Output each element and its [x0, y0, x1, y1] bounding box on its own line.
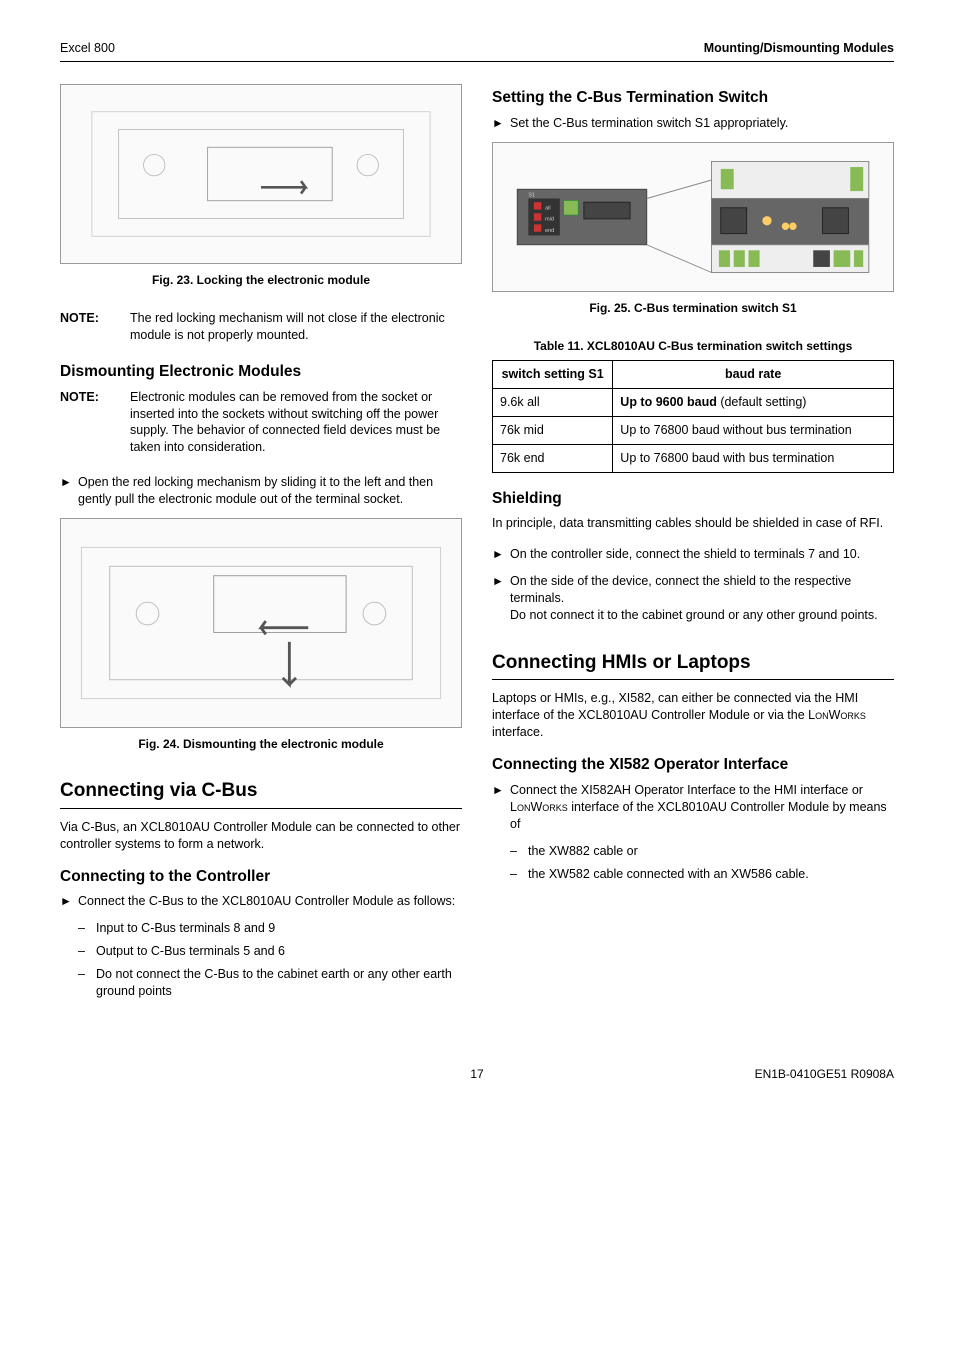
- triangle-bullet-icon: ►: [492, 573, 510, 624]
- table-cell-baud: Up to 9600 baud (default setting): [613, 388, 894, 416]
- substep-text: Input to C-Bus terminals 8 and 9: [96, 920, 462, 937]
- step-text: Set the C-Bus termination switch S1 appr…: [510, 115, 894, 132]
- shield-step-controller: ► On the controller side, connect the sh…: [492, 546, 894, 563]
- figure-24-caption: Fig. 24. Dismounting the electronic modu…: [60, 736, 462, 752]
- triangle-bullet-icon: ►: [60, 474, 78, 508]
- figure-23-image: [60, 84, 462, 264]
- module-dismount-illustration-icon: [61, 519, 461, 727]
- table-cell-baud: Up to 76800 baud with bus termination: [613, 444, 894, 472]
- set-termination-step: ► Set the C-Bus termination switch S1 ap…: [492, 115, 894, 132]
- header-left: Excel 800: [60, 40, 115, 57]
- figure-24-image: [60, 518, 462, 728]
- substep-text: the XW882 cable or: [528, 843, 894, 860]
- svg-text:all: all: [545, 205, 551, 211]
- connect-sub-earth: – Do not connect the C-Bus to the cabine…: [78, 966, 462, 1000]
- xi582-step: ► Connect the XI582AH Operator Interface…: [492, 782, 894, 833]
- set-termination-heading: Setting the C-Bus Termination Switch: [492, 88, 894, 109]
- table-header-baud: baud rate: [613, 361, 894, 389]
- hmi-intro-a: Laptops or HMIs, e.g., XI582, can either…: [492, 691, 858, 722]
- dash-bullet-icon: –: [510, 866, 528, 883]
- figure-23-caption: Fig. 23. Locking the electronic module: [60, 272, 462, 288]
- right-column: Setting the C-Bus Termination Switch ► S…: [492, 84, 894, 1006]
- xi582-heading: Connecting the XI582 Operator Interface: [492, 755, 894, 776]
- substep-text: Do not connect the C-Bus to the cabinet …: [96, 966, 462, 1000]
- page-header: Excel 800 Mounting/Dismounting Modules: [60, 40, 894, 62]
- table-row: 76k mid Up to 76800 baud without bus ter…: [493, 416, 894, 444]
- page-number: 17: [338, 1066, 616, 1082]
- hmi-intro: Laptops or HMIs, e.g., XI582, can either…: [492, 690, 894, 741]
- step-text-line1: On the side of the device, connect the s…: [510, 574, 851, 605]
- lonworks-text: LonWorks: [808, 708, 866, 722]
- table-row: 9.6k all Up to 9600 baud (default settin…: [493, 388, 894, 416]
- table-row: 76k end Up to 76800 baud with bus termin…: [493, 444, 894, 472]
- connecting-controller-heading: Connecting to the Controller: [60, 867, 462, 888]
- note-label: NOTE:: [60, 310, 130, 344]
- table-cell-switch: 76k end: [493, 444, 613, 472]
- triangle-bullet-icon: ►: [492, 115, 510, 132]
- termination-switch-illustration-icon: all mid end S1: [493, 143, 893, 291]
- step-text-line2: Do not connect it to the cabinet ground …: [510, 608, 878, 622]
- table-11-caption: Table 11. XCL8010AU C-Bus termination sw…: [492, 338, 894, 354]
- step-text: Connect the XI582AH Operator Interface t…: [510, 782, 894, 833]
- step-text: On the controller side, connect the shie…: [510, 546, 894, 563]
- triangle-bullet-icon: ►: [492, 782, 510, 833]
- table-cell-baud: Up to 76800 baud without bus termination: [613, 416, 894, 444]
- table-header-row: switch setting S1 baud rate: [493, 361, 894, 389]
- xi582-sub-xw882: – the XW882 cable or: [510, 843, 894, 860]
- shielding-intro: In principle, data transmitting cables s…: [492, 515, 894, 532]
- hmi-intro-c: interface.: [492, 725, 543, 739]
- note-body: The red locking mechanism will not close…: [130, 310, 462, 344]
- note-label: NOTE:: [60, 389, 130, 457]
- dismount-step: ► Open the red locking mechanism by slid…: [60, 474, 462, 508]
- content-columns: Fig. 23. Locking the electronic module N…: [60, 84, 894, 1006]
- dismounting-heading: Dismounting Electronic Modules: [60, 362, 462, 383]
- document-id: EN1B-0410GE51 R0908A: [616, 1066, 894, 1082]
- connecting-cbus-heading: Connecting via C-Bus: [60, 778, 462, 809]
- figure-25-caption: Fig. 25. C-Bus termination switch S1: [492, 300, 894, 316]
- connect-sub-output: – Output to C-Bus terminals 5 and 6: [78, 943, 462, 960]
- dash-bullet-icon: –: [78, 943, 96, 960]
- note-body: Electronic modules can be removed from t…: [130, 389, 462, 457]
- connect-sub-input: – Input to C-Bus terminals 8 and 9: [78, 920, 462, 937]
- table-cell-suffix: (default setting): [717, 395, 807, 409]
- step-text: Connect the C-Bus to the XCL8010AU Contr…: [78, 893, 462, 910]
- page-footer: 17 EN1B-0410GE51 R0908A: [60, 1066, 894, 1082]
- step-text: Open the red locking mechanism by slidin…: [78, 474, 462, 508]
- figure-25-image: all mid end S1: [492, 142, 894, 292]
- note-lock-warning: NOTE: The red locking mechanism will not…: [60, 310, 462, 344]
- shielding-heading: Shielding: [492, 489, 894, 510]
- dash-bullet-icon: –: [78, 920, 96, 937]
- dash-bullet-icon: –: [510, 843, 528, 860]
- connecting-hmis-heading: Connecting HMIs or Laptops: [492, 650, 894, 681]
- svg-text:end: end: [545, 227, 554, 233]
- xi582-step-a: Connect the XI582AH Operator Interface t…: [510, 783, 863, 797]
- svg-text:mid: mid: [545, 216, 554, 222]
- note-hot-swap: NOTE: Electronic modules can be removed …: [60, 389, 462, 457]
- connect-controller-step: ► Connect the C-Bus to the XCL8010AU Con…: [60, 893, 462, 910]
- lonworks-text: LonWorks: [510, 800, 568, 814]
- triangle-bullet-icon: ►: [60, 893, 78, 910]
- xi582-sub-xw582: – the XW582 cable connected with an XW58…: [510, 866, 894, 883]
- substep-text: Output to C-Bus terminals 5 and 6: [96, 943, 462, 960]
- dash-bullet-icon: –: [78, 966, 96, 1000]
- substep-text: the XW582 cable connected with an XW586 …: [528, 866, 894, 883]
- table-cell-bold: Up to 9600 baud: [620, 395, 717, 409]
- header-right: Mounting/Dismounting Modules: [704, 40, 894, 57]
- table-cell-switch: 9.6k all: [493, 388, 613, 416]
- step-text: On the side of the device, connect the s…: [510, 573, 894, 624]
- triangle-bullet-icon: ►: [492, 546, 510, 563]
- svg-text:S1: S1: [528, 192, 535, 198]
- shield-step-device: ► On the side of the device, connect the…: [492, 573, 894, 624]
- module-lock-illustration-icon: [61, 85, 461, 263]
- table-header-switch: switch setting S1: [493, 361, 613, 389]
- left-column: Fig. 23. Locking the electronic module N…: [60, 84, 462, 1006]
- termination-settings-table: switch setting S1 baud rate 9.6k all Up …: [492, 360, 894, 473]
- footer-left-spacer: [60, 1066, 338, 1082]
- cbus-intro: Via C-Bus, an XCL8010AU Controller Modul…: [60, 819, 462, 853]
- table-cell-switch: 76k mid: [493, 416, 613, 444]
